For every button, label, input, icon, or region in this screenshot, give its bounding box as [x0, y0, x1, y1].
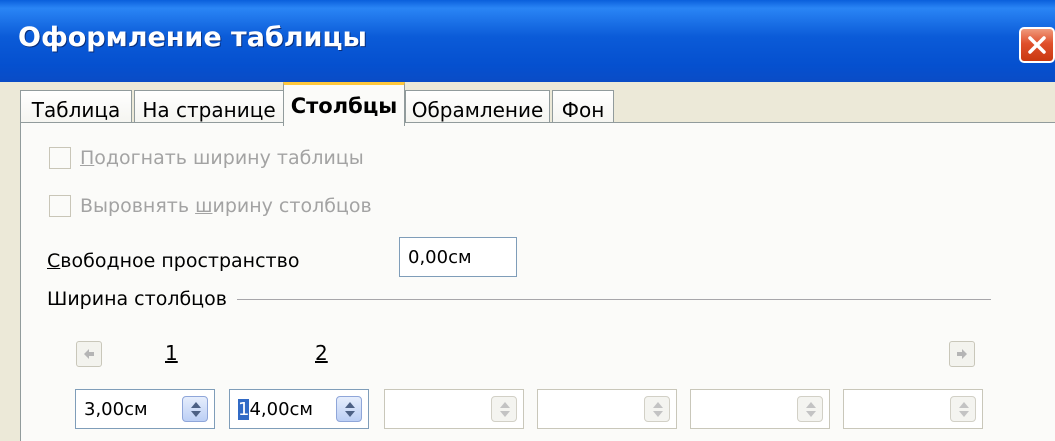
free-space-label-mnemonic: С	[47, 250, 61, 272]
selected-text: 1	[238, 399, 250, 420]
column-width-field-4[interactable]	[537, 389, 677, 429]
column-number-2: 2	[315, 341, 328, 365]
tab-label: Обрамление	[411, 97, 544, 122]
equal-width-label-pre: Выровнять	[80, 195, 196, 217]
column-width-field-1[interactable]: 3,00см	[75, 389, 215, 429]
close-button[interactable]	[1019, 27, 1055, 63]
window-title: Оформление таблицы	[18, 22, 367, 53]
equal-width-label: Выровнять ширину столбцов	[80, 195, 372, 217]
tab-bar: Таблица На странице Столбцы Обрамление Ф…	[0, 82, 1055, 128]
column-number-1: 1	[165, 341, 178, 365]
spin-updown-icon[interactable]	[950, 396, 976, 422]
column-width-value-2: 14,00см	[238, 399, 313, 420]
arrow-right-icon	[957, 349, 967, 359]
free-space-value: 0,00см	[408, 246, 472, 268]
fit-width-label-text: одогнать ширину таблицы	[94, 147, 364, 169]
spin-updown-icon[interactable]	[336, 396, 362, 422]
tab-label: Таблица	[31, 97, 121, 122]
scroll-right-button[interactable]	[949, 341, 975, 367]
fit-width-label-mnemonic: П	[80, 147, 95, 169]
free-space-label-text: вободное пространство	[60, 250, 300, 272]
tab-columns[interactable]: Столбцы	[283, 82, 405, 126]
column-width-value-2-rest: 4,00см	[249, 399, 314, 420]
scroll-left-button[interactable]	[76, 341, 102, 367]
tab-label: На странице	[142, 97, 276, 122]
close-icon	[1028, 36, 1046, 54]
fit-width-checkbox[interactable]	[49, 147, 71, 169]
equal-width-label-text: ирину столбцов	[212, 195, 372, 217]
arrow-left-icon	[84, 349, 94, 359]
column-width-field-5[interactable]	[690, 389, 830, 429]
free-space-input[interactable]: 0,00см	[399, 237, 517, 277]
column-width-field-2[interactable]: 14,00см	[229, 389, 369, 429]
title-bar[interactable]: Оформление таблицы	[0, 0, 1055, 82]
spin-updown-icon[interactable]	[182, 396, 208, 422]
tab-label: Фон	[561, 97, 605, 122]
equal-width-label-mnemonic: ш	[195, 195, 213, 217]
tab-label: Столбцы	[290, 93, 398, 118]
spin-updown-icon[interactable]	[644, 396, 670, 422]
group-divider	[237, 299, 991, 300]
spin-updown-icon[interactable]	[797, 396, 823, 422]
equal-width-checkbox[interactable]	[49, 195, 71, 217]
column-width-field-3[interactable]	[384, 389, 524, 429]
column-width-value-1: 3,00см	[84, 399, 148, 420]
column-width-field-6[interactable]	[843, 389, 983, 429]
column-widths-group-label: Ширина столбцов	[47, 288, 227, 310]
fit-width-label: Подогнать ширину таблицы	[80, 147, 364, 169]
spin-updown-icon[interactable]	[491, 396, 517, 422]
free-space-label: Свободное пространство	[47, 250, 299, 272]
